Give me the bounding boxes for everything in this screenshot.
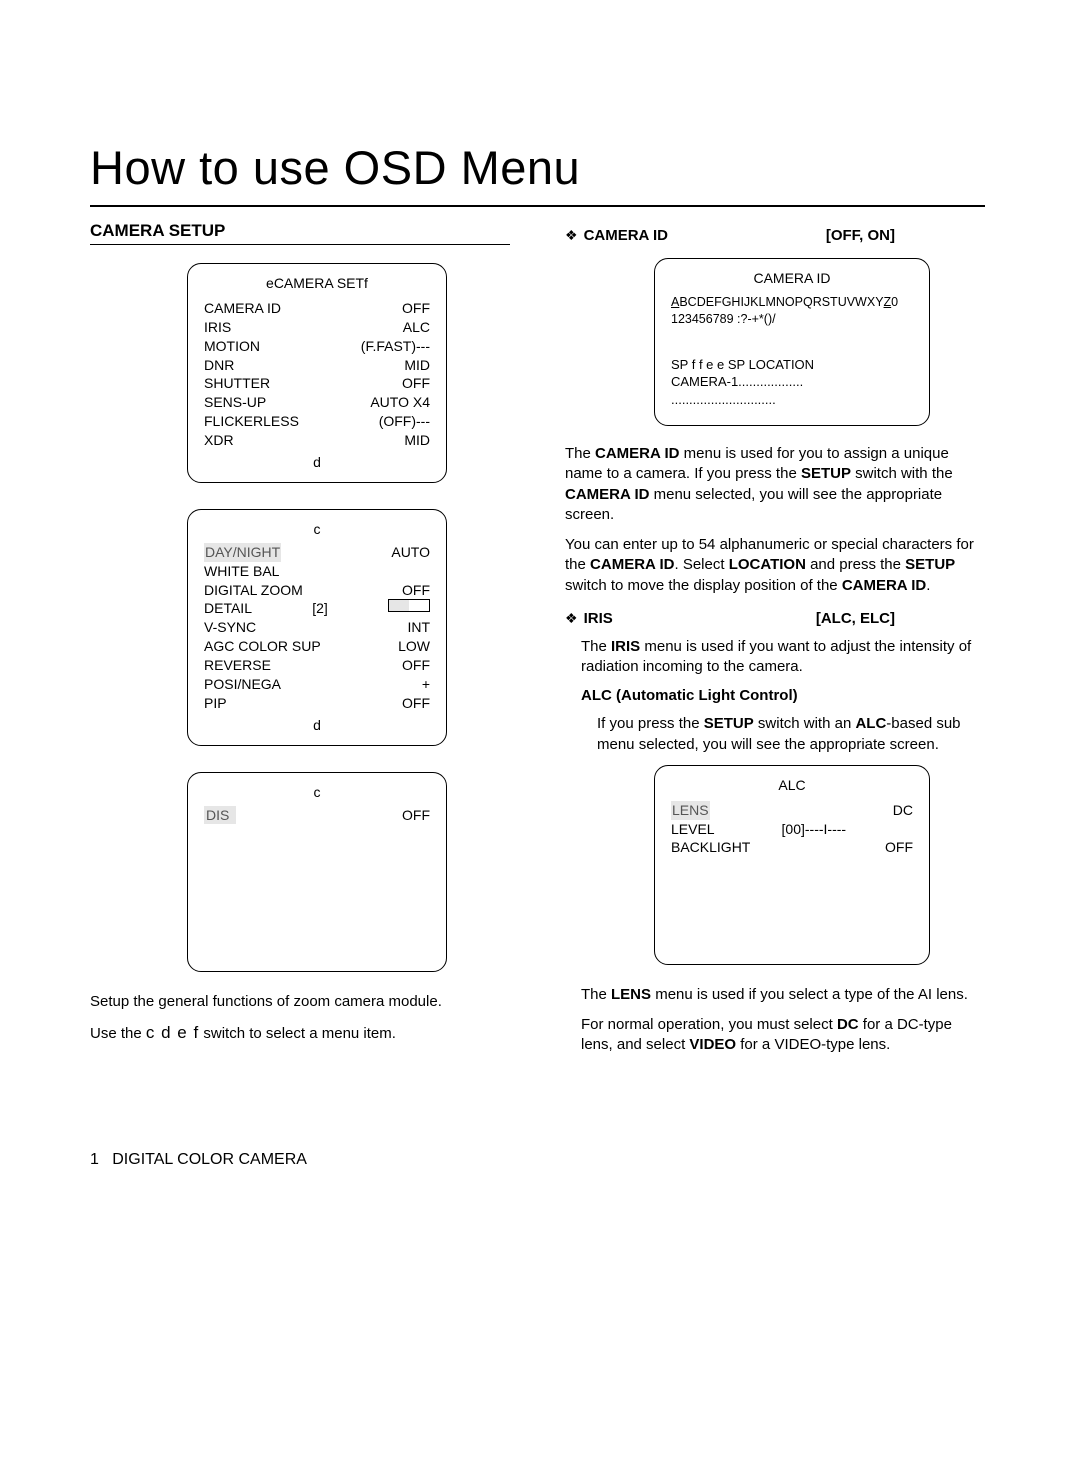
bullet-icon: ❖ [565, 610, 578, 627]
para-iris: The IRIS menu is used if you want to adj… [581, 637, 985, 678]
alc-panel: ALC LENSDC LEVEL[00]----I---- BACKLIGHTO… [654, 765, 930, 965]
left-column: CAMERA SETUP eCAMERA SETf CAMERA IDOFF I… [90, 221, 510, 1066]
right-column: ❖ CAMERA ID [OFF, ON] CAMERA ID ABCDEFGH… [565, 221, 985, 1066]
section-underline [90, 244, 510, 245]
title-underline [90, 205, 985, 207]
bullet-camera-id: ❖ CAMERA ID [OFF, ON] [565, 227, 985, 244]
para-camera-id-1: The CAMERA ID menu is used for you to as… [565, 444, 985, 525]
two-column-layout: CAMERA SETUP eCAMERA SETf CAMERA IDOFF I… [90, 221, 985, 1066]
section-camera-setup-title: CAMERA SETUP [90, 221, 510, 241]
page-footer: 1 DIGITAL COLOR CAMERA [90, 1151, 985, 1169]
detail-level-bar [388, 599, 430, 612]
bullet-iris: ❖ IRIS [ALC, ELC] [565, 610, 985, 627]
caption-general: Setup the general functions of zoom came… [90, 992, 510, 1012]
osd-panel-page2: c DAY/NIGHTAUTO WHITE BAL DIGITAL ZOOMOF… [187, 509, 447, 746]
para-alc: If you press the SETUP switch with an AL… [597, 714, 985, 755]
para-camera-id-2: You can enter up to 54 alphanumeric or s… [565, 535, 985, 596]
camera-id-entry-panel: CAMERA ID ABCDEFGHIJKLMNOPQRSTUVWXYZ0 12… [654, 258, 930, 426]
caption-switch: Use the c d e f switch to select a menu … [90, 1022, 510, 1045]
osd-panel-page3: c DISOFF [187, 772, 447, 972]
page-title: How to use OSD Menu [90, 140, 985, 195]
para-lens: The LENS menu is used if you select a ty… [581, 985, 985, 1005]
alc-heading: ALC (Automatic Light Control) [581, 687, 985, 704]
charset-line1: ABCDEFGHIJKLMNOPQRSTUVWXYZ0 [671, 294, 913, 311]
osd-panel-camera-set: eCAMERA SETf CAMERA IDOFF IRISALC MOTION… [187, 263, 447, 483]
bullet-icon: ❖ [565, 227, 578, 244]
para-lens-types: For normal operation, you must select DC… [581, 1015, 985, 1056]
panel-title: eCAMERA SETf [204, 274, 430, 293]
